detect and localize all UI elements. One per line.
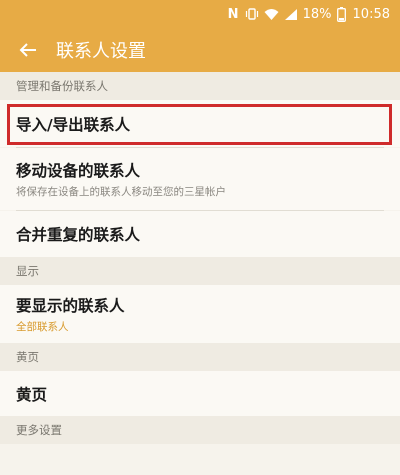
yellow-pages-item[interactable]: 黄页 bbox=[0, 371, 400, 416]
app-bar: 联系人设置 bbox=[0, 28, 400, 72]
contacts-to-display-item[interactable]: 要显示的联系人 全部联系人 bbox=[0, 285, 400, 343]
section-header-yellow-pages: 黄页 bbox=[0, 343, 400, 371]
merge-duplicate-contacts-title: 合并重复的联系人 bbox=[16, 226, 141, 244]
nfc-icon: N bbox=[227, 6, 239, 22]
move-device-contacts-item[interactable]: 移动设备的联系人 将保存在设备上的联系人移动至您的三星帐户 bbox=[0, 148, 400, 210]
signal-icon bbox=[284, 8, 298, 21]
page-title: 联系人设置 bbox=[56, 41, 146, 62]
move-device-contacts-title: 移动设备的联系人 bbox=[16, 162, 141, 180]
yellow-pages-title: 黄页 bbox=[16, 385, 48, 404]
import-export-contacts-title: 导入/导出联系人 bbox=[16, 115, 131, 134]
vibrate-icon bbox=[245, 7, 259, 21]
contacts-to-display-value: 全部联系人 bbox=[16, 321, 69, 333]
clock: 10:58 bbox=[352, 6, 390, 22]
battery-percentage: 18% bbox=[302, 6, 332, 22]
settings-list: 管理和备份联系人 导入/导出联系人 移动设备的联系人 将保存在设备上的联系人移动… bbox=[0, 72, 400, 444]
import-export-contacts-item[interactable]: 导入/导出联系人 bbox=[0, 100, 400, 147]
merge-duplicate-contacts-item[interactable]: 合并重复的联系人 bbox=[0, 211, 400, 257]
move-device-contacts-subtitle: 将保存在设备上的联系人移动至您的三星帐户 bbox=[16, 186, 226, 198]
back-arrow-icon[interactable] bbox=[16, 38, 40, 62]
battery-icon bbox=[336, 6, 346, 22]
section-header-display: 显示 bbox=[0, 257, 400, 285]
section-header-manage: 管理和备份联系人 bbox=[0, 72, 400, 100]
wifi-icon bbox=[264, 8, 279, 21]
section-header-more-settings: 更多设置 bbox=[0, 416, 400, 444]
status-bar: N 18% 10:58 bbox=[0, 0, 400, 28]
contacts-to-display-title: 要显示的联系人 bbox=[16, 297, 125, 315]
